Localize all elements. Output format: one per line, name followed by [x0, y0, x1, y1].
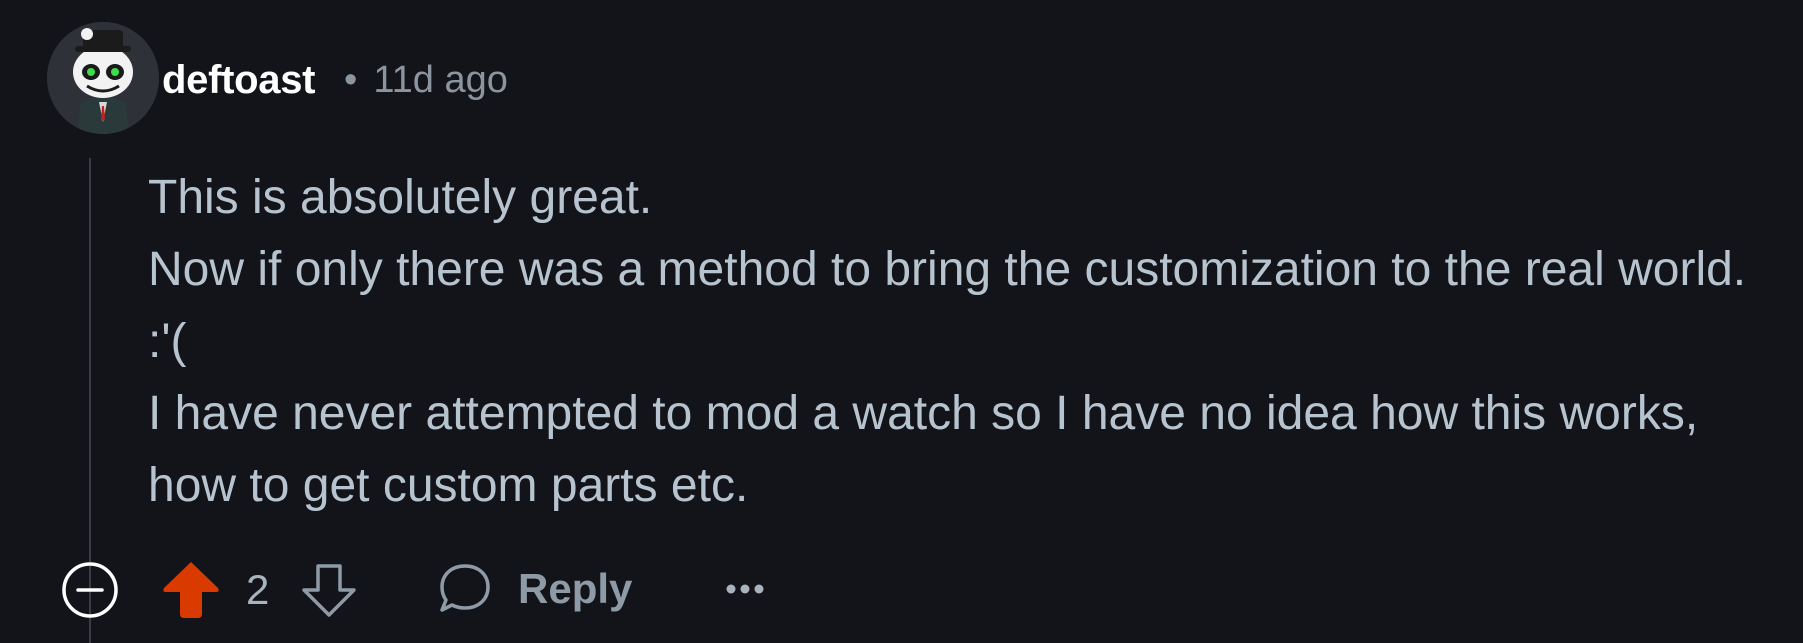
comment-body-line: This is absolutely great. — [148, 171, 653, 224]
comment-meta: • 11d ago — [344, 56, 508, 104]
vote-score: 2 — [246, 566, 270, 613]
speech-bubble-icon — [436, 560, 494, 618]
comment-timestamp[interactable]: 11d ago — [373, 59, 508, 101]
comment-author[interactable]: deftoast — [162, 56, 315, 104]
ellipsis-horizontal-icon — [726, 584, 764, 594]
arrow-up-filled-icon — [163, 562, 219, 618]
collapse-button[interactable] — [60, 560, 120, 620]
arrow-down-outline-icon — [302, 564, 356, 617]
collapse-minus-circle-icon — [62, 562, 118, 618]
comment-body: This is absolutely great. Now if only th… — [148, 162, 1788, 522]
upvote-button[interactable] — [160, 558, 222, 620]
avatar-image — [47, 22, 159, 134]
meta-separator: • — [344, 59, 358, 101]
more-options-button[interactable] — [720, 564, 770, 614]
comment-body-line: I have never attempted to mod a watch so… — [148, 387, 1699, 512]
reply-button[interactable]: Reply — [436, 556, 632, 622]
user-avatar[interactable] — [47, 22, 159, 134]
comment-page: deftoast • 11d ago This is absolutely gre… — [0, 0, 1803, 643]
comment-body-line: Now if only there was a method to bring … — [148, 243, 1747, 368]
downvote-button[interactable] — [298, 558, 360, 620]
reply-label: Reply — [518, 565, 633, 612]
comment-action-bar: 2 Reply — [0, 554, 1803, 624]
